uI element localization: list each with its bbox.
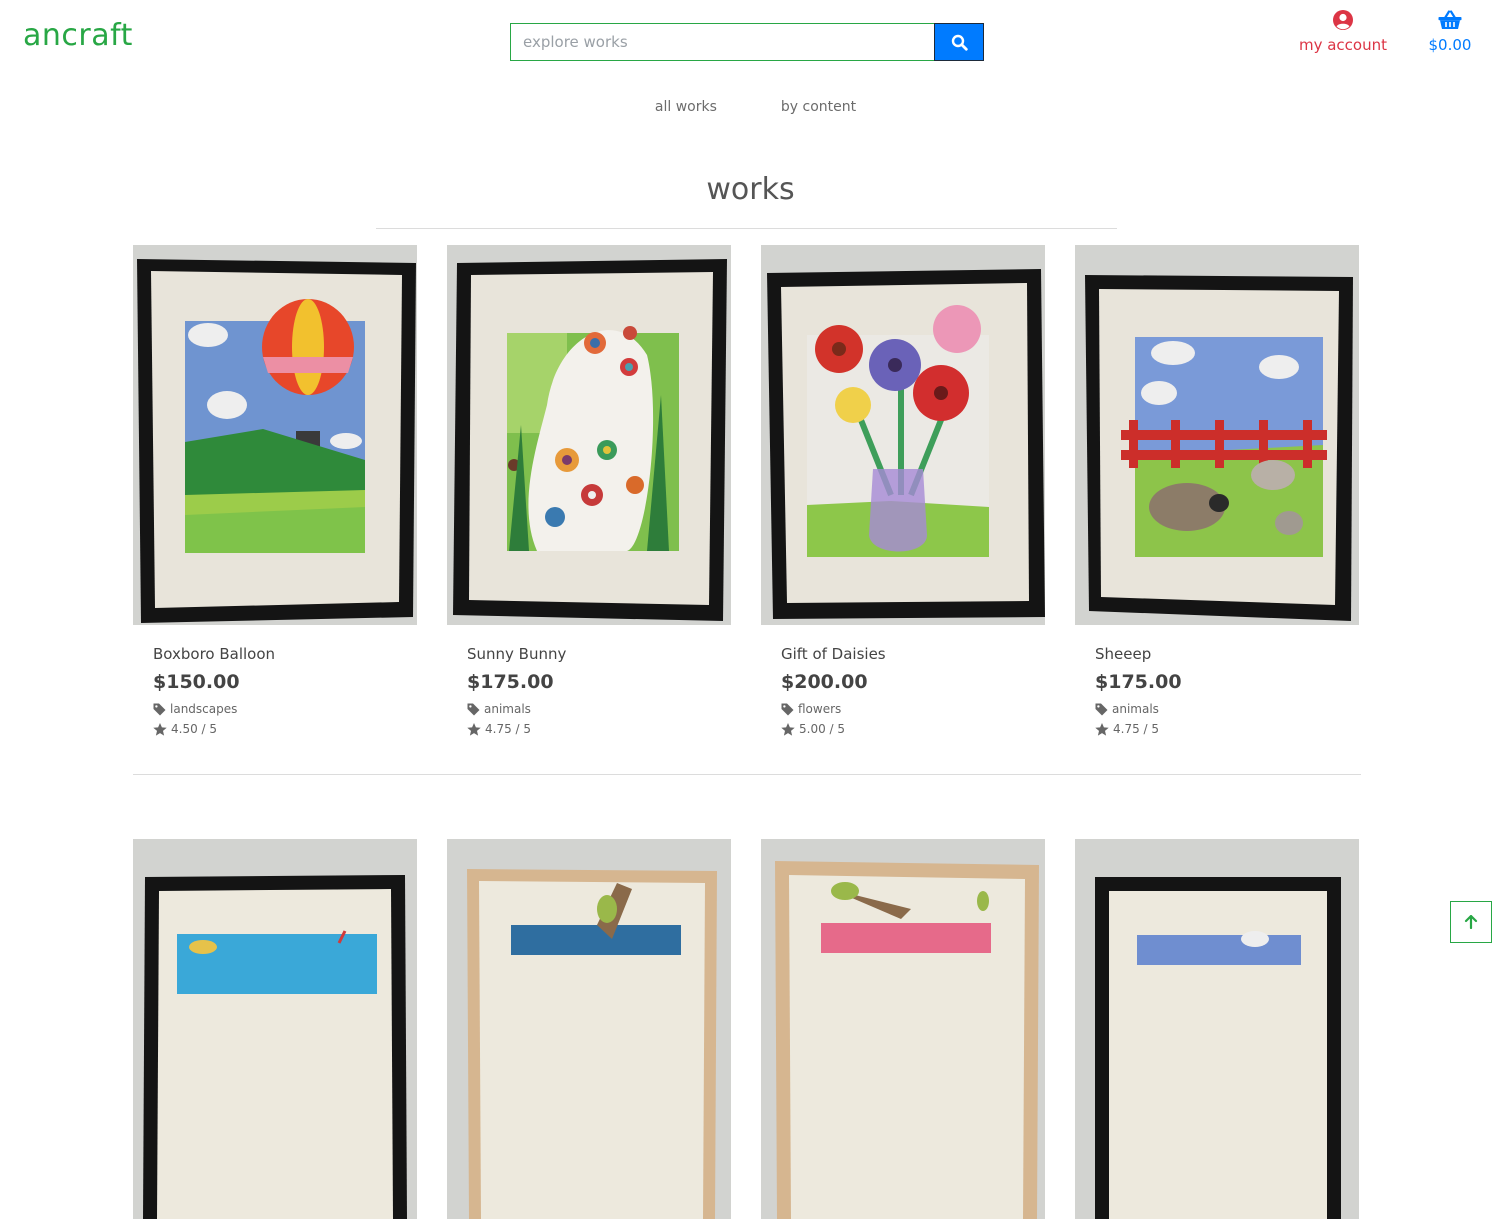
work-card: Sheeep $175.00 animals 4.75 / 5 [1075,245,1359,742]
my-account-link[interactable]: my account [1296,7,1390,54]
star-icon [1095,722,1109,736]
work-card: Sunny Bunny $175.00 animals 4.75 / 5 [447,245,731,742]
work-price: $175.00 [1095,671,1182,693]
work-rating: 5.00 / 5 [781,722,1025,736]
work-rating: 4.75 / 5 [1095,722,1339,736]
search-icon [951,34,968,51]
work-image[interactable] [1075,245,1359,625]
work-image[interactable] [133,839,417,1219]
work-title[interactable]: Boxboro Balloon [153,645,397,663]
work-price: $175.00 [467,671,554,693]
work-card: Gift of Daisies $200.00 flowers 5.00 / 5 [761,245,1045,742]
user-circle-icon [1333,10,1353,30]
work-title[interactable]: Sunny Bunny [467,645,711,663]
star-icon [781,722,795,736]
work-price: $200.00 [781,671,868,693]
row-divider [133,774,1361,775]
title-divider [376,228,1117,229]
work-category: animals [1095,702,1339,716]
work-card [133,839,417,1219]
work-category: landscapes [153,702,397,716]
work-image[interactable] [447,839,731,1219]
star-icon [153,722,167,736]
work-category: animals [467,702,711,716]
work-title[interactable]: Gift of Daisies [781,645,1025,663]
tag-icon [467,703,480,715]
work-rating-label: 5.00 / 5 [799,722,846,736]
work-rating-label: 4.75 / 5 [485,722,532,736]
main-nav: all works by content [0,99,1501,115]
search-button[interactable] [934,23,984,61]
cart-link[interactable]: $0.00 [1420,7,1480,54]
basket-icon [1438,10,1462,29]
work-price: $150.00 [153,671,240,693]
nav-by-content[interactable]: by content [781,99,856,115]
work-rating-label: 4.75 / 5 [1113,722,1160,736]
work-category-label[interactable]: animals [1112,702,1159,716]
tag-icon [153,703,166,715]
work-category-label[interactable]: flowers [798,702,841,716]
search-input[interactable] [510,23,934,61]
work-title[interactable]: Sheeep [1095,645,1339,663]
arrow-up-icon [1464,915,1478,929]
cart-total: $0.00 [1428,36,1472,54]
work-card [1075,839,1359,1219]
work-rating: 4.75 / 5 [467,722,711,736]
work-card [447,839,731,1219]
work-card [761,839,1045,1219]
back-to-top-button[interactable] [1450,901,1492,943]
work-image[interactable] [761,245,1045,625]
work-rating: 4.50 / 5 [153,722,397,736]
work-category-label[interactable]: animals [484,702,531,716]
work-category-label[interactable]: landscapes [170,702,237,716]
work-image[interactable] [761,839,1045,1219]
tag-icon [781,703,794,715]
nav-all-works[interactable]: all works [655,99,717,115]
page-title: works [706,172,795,207]
works-grid-row-2 [133,839,1361,1219]
work-category: flowers [781,702,1025,716]
work-image[interactable] [1075,839,1359,1219]
logo[interactable]: ancraft [23,18,133,53]
my-account-label: my account [1298,36,1387,54]
work-rating-label: 4.50 / 5 [171,722,218,736]
work-card: Boxboro Balloon $150.00 landscapes 4.50 … [133,245,417,742]
work-image[interactable] [133,245,417,625]
tag-icon [1095,703,1108,715]
works-grid: Boxboro Balloon $150.00 landscapes 4.50 … [133,245,1361,742]
search-form [510,23,984,61]
work-image[interactable] [447,245,731,625]
star-icon [467,722,481,736]
